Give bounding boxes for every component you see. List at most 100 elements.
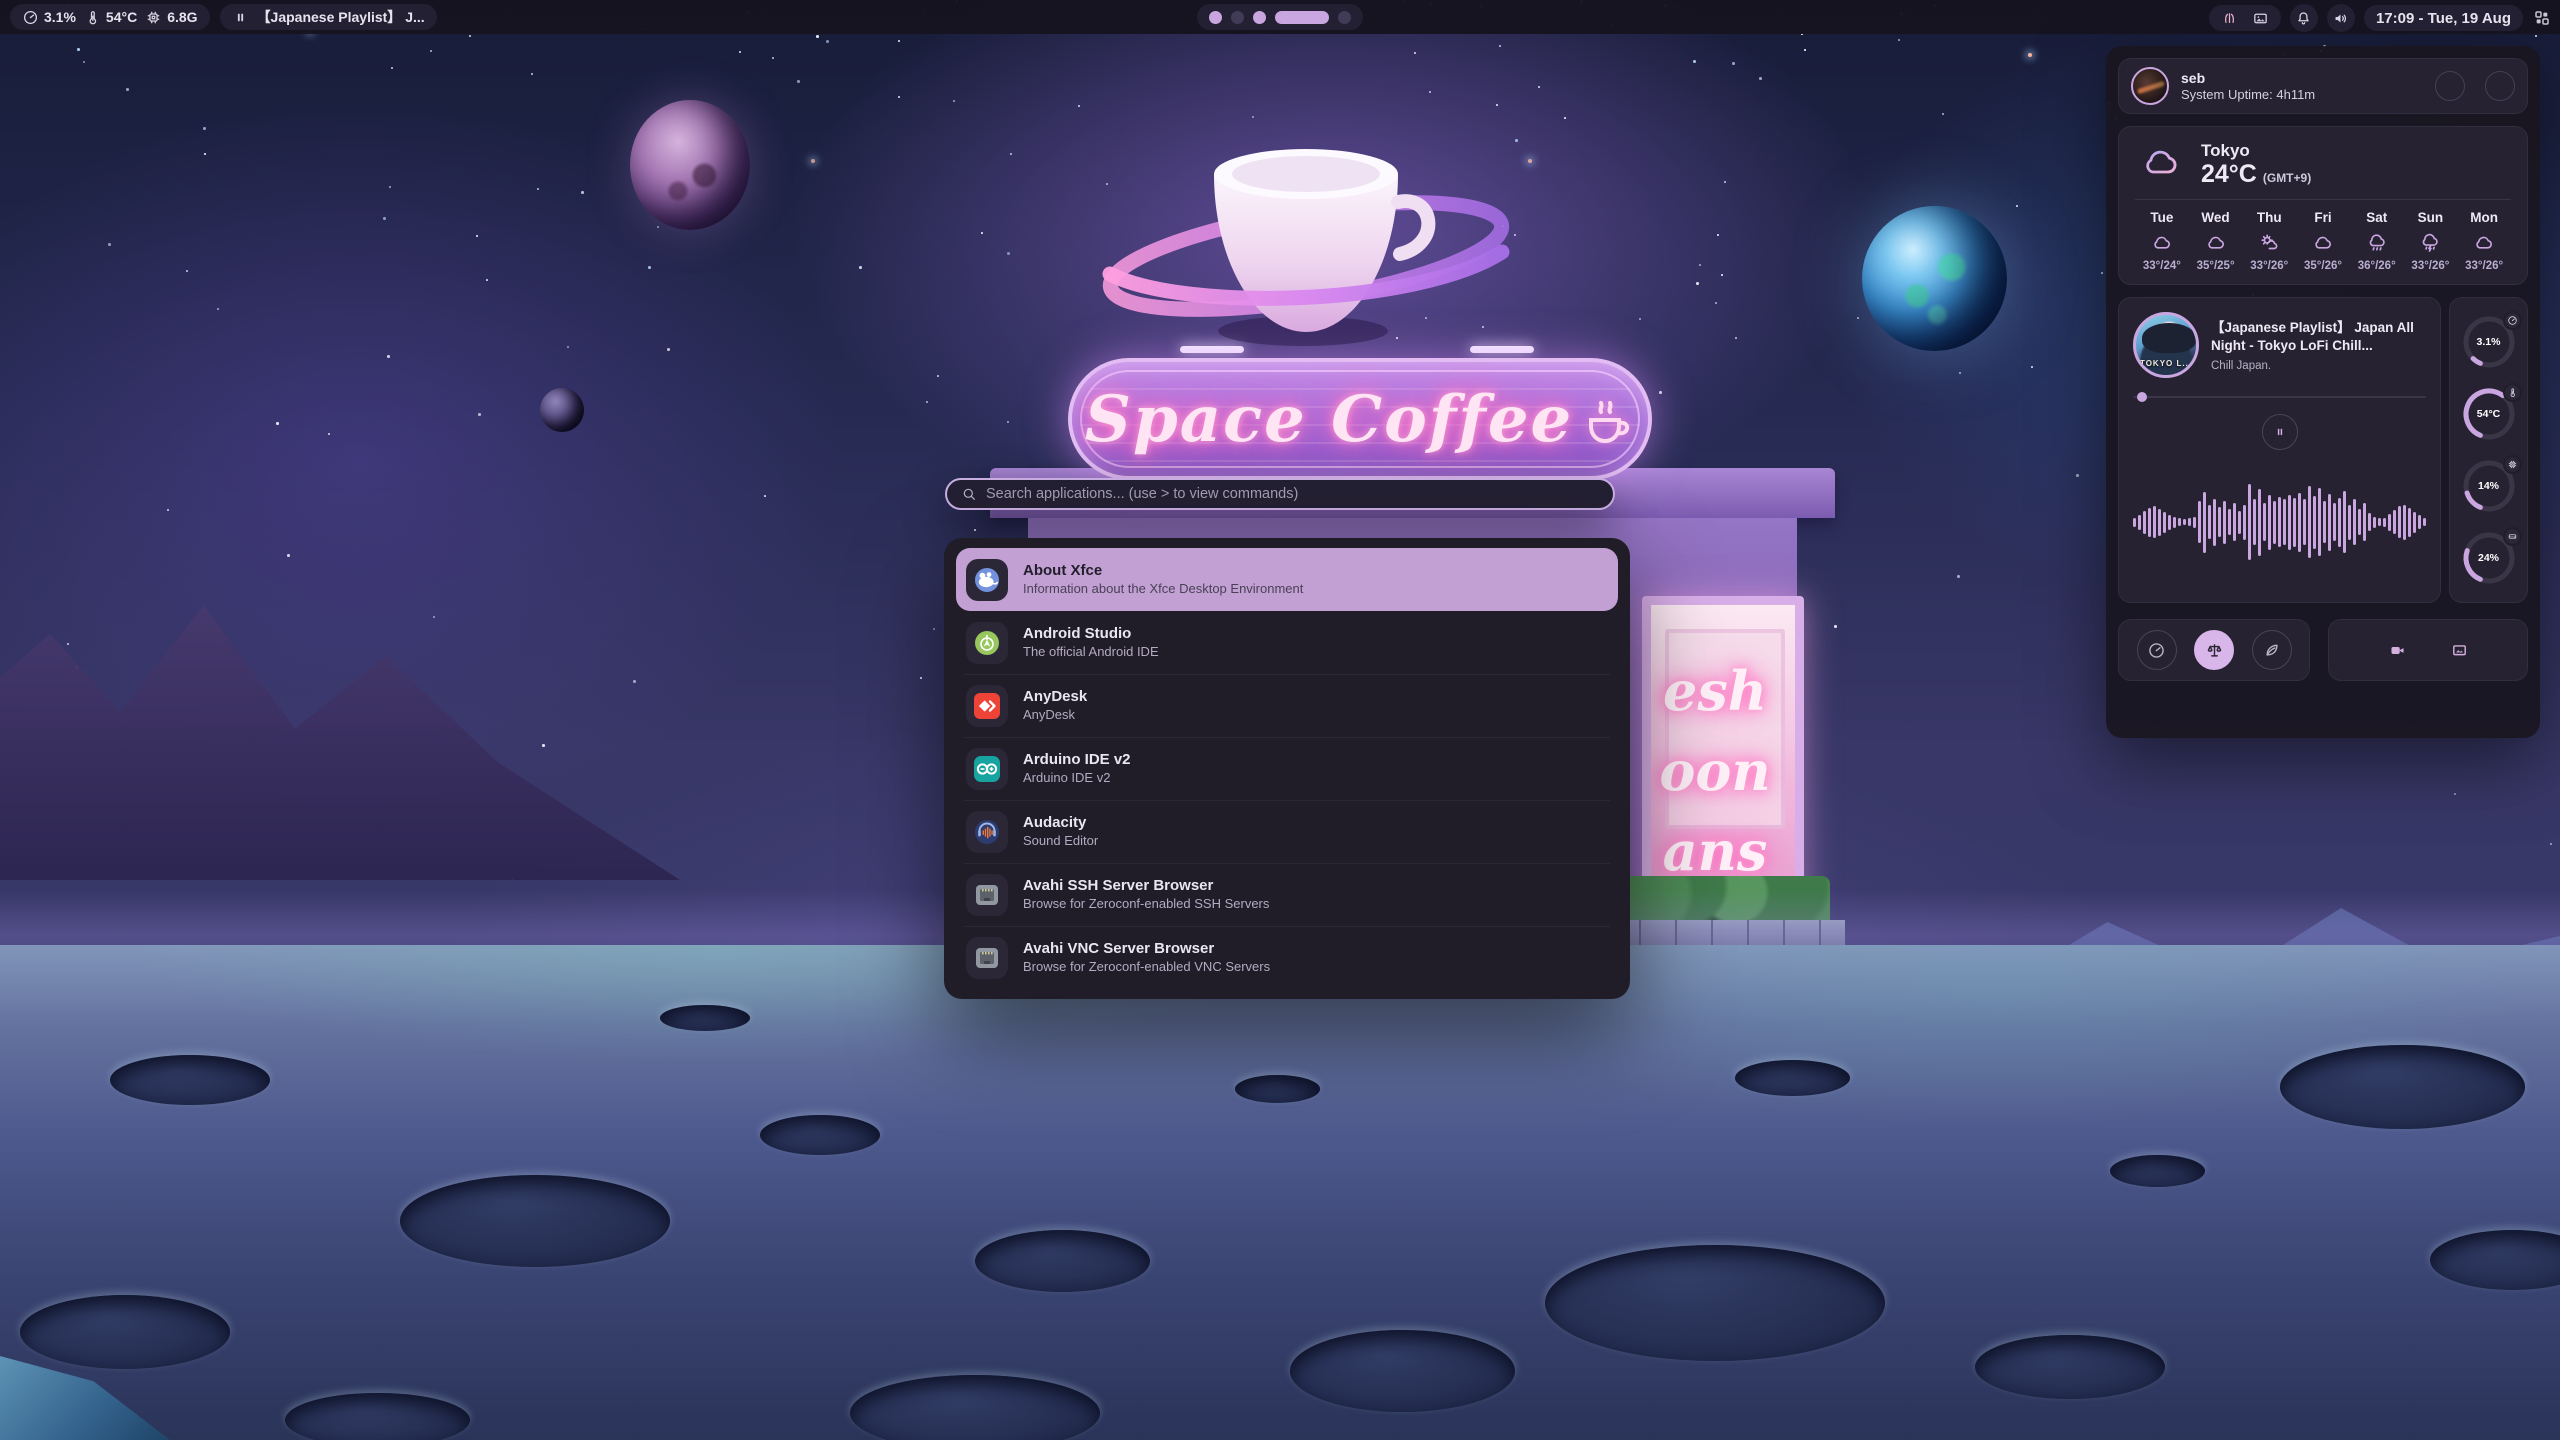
waveform-bar <box>2263 503 2266 541</box>
play-pause-button[interactable] <box>2262 414 2298 450</box>
screen-record-button[interactable] <box>2377 630 2417 670</box>
star <box>739 51 741 53</box>
screenshot-button[interactable] <box>2439 630 2479 670</box>
album-art[interactable]: TOKYO L... <box>2133 312 2199 378</box>
waveform-bar <box>2398 506 2401 538</box>
star <box>816 35 819 38</box>
search-input[interactable] <box>986 486 1599 502</box>
app-title: Arduino IDE v2 <box>1023 750 1131 770</box>
workspace-switcher[interactable] <box>1197 4 1363 30</box>
launcher-app-audacity[interactable]: Audacity Sound Editor <box>956 800 1618 863</box>
star <box>826 40 829 43</box>
gauge-54-c: 54°C <box>2461 386 2517 442</box>
forecast-mon: Mon 33°/26° <box>2457 210 2511 272</box>
forecast-temps: 33°/26° <box>2404 260 2458 272</box>
waveform-bar <box>2243 505 2246 540</box>
waveform-bar <box>2418 515 2421 529</box>
settings-button[interactable] <box>2435 71 2465 101</box>
forecast-sat: Sat 36°/26° <box>2350 210 2404 272</box>
waveform-bar <box>2313 496 2316 549</box>
workspace-4-dot[interactable] <box>1275 11 1329 24</box>
network-manager-icon[interactable] <box>2221 10 2238 27</box>
launcher-app-android-studio[interactable]: Android Studio The official Android IDE <box>956 611 1618 674</box>
username: seb <box>2181 70 2423 86</box>
star <box>953 100 955 102</box>
overview-grid-button[interactable] <box>2532 8 2552 28</box>
star <box>898 40 900 42</box>
waveform-bar <box>2138 515 2141 530</box>
star <box>383 217 386 220</box>
power-button[interactable] <box>2485 71 2515 101</box>
powersave-mode-button[interactable] <box>2252 630 2292 670</box>
window-neon-line: esh <box>1642 659 1804 723</box>
wallpaper-icon[interactable] <box>2252 10 2269 27</box>
star <box>1693 60 1696 63</box>
system-gauges-card: 3.1% 54°C 14% 24% <box>2449 297 2528 603</box>
clock[interactable]: 17:09 - Tue, 19 Aug <box>2364 5 2523 31</box>
crater <box>1290 1330 1515 1412</box>
waveform-bar <box>2223 501 2226 544</box>
system-stats-pill[interactable]: 3.1% 54°C 6.8G <box>10 4 210 30</box>
launcher-app-anydesk[interactable]: AnyDesk AnyDesk <box>956 674 1618 737</box>
star <box>478 413 481 416</box>
seek-knob[interactable] <box>2137 392 2147 402</box>
notifications-button[interactable] <box>2290 4 2318 32</box>
window-neon-line: ans <box>1642 819 1804 883</box>
launcher-app-avahi-vnc-server-browser[interactable]: Avahi VNC Server Browser Browse for Zero… <box>956 926 1618 989</box>
balanced-mode-button[interactable] <box>2194 630 2234 670</box>
app-launcher: About Xfce Information about the Xfce De… <box>944 478 1630 999</box>
performance-mode-button[interactable] <box>2137 630 2177 670</box>
star <box>486 279 488 281</box>
waveform-bar <box>2218 507 2221 537</box>
search-icon <box>961 486 977 502</box>
suncloud-icon <box>2257 232 2281 254</box>
divider <box>2135 199 2511 200</box>
crater <box>975 1230 1150 1292</box>
workspace-5-dot[interactable] <box>1338 11 1351 24</box>
launcher-app-arduino-ide-v2[interactable]: Arduino IDE v2 Arduino IDE v2 <box>956 737 1618 800</box>
star <box>2454 793 2456 795</box>
waveform-bar <box>2308 486 2311 558</box>
volume-button[interactable] <box>2327 4 2355 32</box>
star <box>1715 302 1717 304</box>
waveform-bar <box>2233 503 2236 541</box>
waveform-bar <box>2278 497 2281 547</box>
workspace-1-dot[interactable] <box>1209 11 1222 24</box>
workspace-2-dot[interactable] <box>1231 11 1244 24</box>
launcher-app-avahi-ssh-server-browser[interactable]: Avahi SSH Server Browser Browse for Zero… <box>956 863 1618 926</box>
star <box>1721 274 1723 276</box>
star <box>667 348 670 351</box>
app-title: Avahi SSH Server Browser <box>1023 876 1269 896</box>
waveform-bar <box>2408 508 2411 537</box>
forecast-sun: Sun 33°/26° <box>2404 210 2458 272</box>
audacity-app-icon <box>966 811 1008 853</box>
waveform-bar <box>2298 493 2301 552</box>
app-description: Browse for Zeroconf-enabled SSH Servers <box>1023 896 1269 913</box>
pause-icon <box>232 9 249 26</box>
star <box>2076 474 2079 477</box>
star <box>1942 113 1944 115</box>
waveform-bar <box>2333 503 2336 541</box>
bell-icon <box>2295 10 2312 27</box>
waveform-bar <box>2343 491 2346 553</box>
crater <box>2110 1155 2205 1187</box>
earth-planet <box>1862 206 2007 351</box>
weather-forecast: Tue 33°/24° Wed 35°/25° Thu 33°/26° Fri … <box>2135 210 2511 272</box>
workspace-3-dot[interactable] <box>1253 11 1266 24</box>
app-description: Arduino IDE v2 <box>1023 770 1131 787</box>
waveform-bar <box>2268 495 2271 550</box>
avatar[interactable] <box>2131 67 2169 105</box>
waveform-bar <box>2368 513 2371 531</box>
waveform-bar <box>2358 509 2361 535</box>
seek-bar[interactable] <box>2133 392 2426 402</box>
launcher-app-about-xfce[interactable]: About Xfce Information about the Xfce De… <box>956 548 1618 611</box>
desktop: esh oon ans Space Coffee <box>0 0 2560 1440</box>
waveform-bar <box>2348 505 2351 540</box>
small-moon <box>540 388 584 432</box>
waveform-bar <box>2203 492 2206 553</box>
star <box>77 48 80 51</box>
search-bar[interactable] <box>945 478 1615 510</box>
app-title: Audacity <box>1023 813 1098 833</box>
now-playing-pill[interactable]: 【Japanese Playlist】 J... <box>220 4 437 30</box>
waveform-bar <box>2403 505 2406 540</box>
